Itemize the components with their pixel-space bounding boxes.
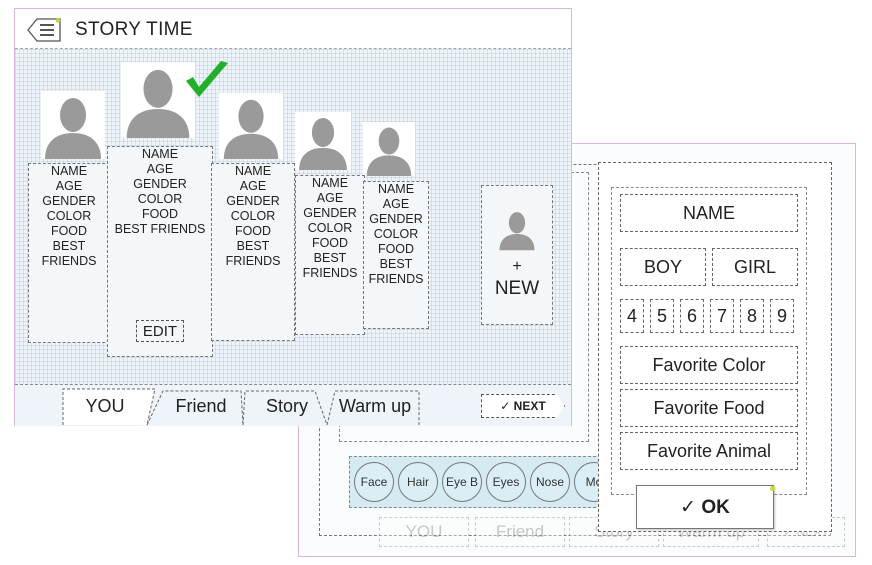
card-field: AGE	[55, 179, 83, 193]
ghost-tab-friend: Friend	[475, 517, 565, 547]
card-field: GENDER	[369, 212, 423, 226]
card-field: FRIENDS	[41, 254, 97, 268]
card-field: FRIENDS	[225, 254, 281, 268]
card-field: AGE	[146, 162, 174, 176]
age-8-button[interactable]: 8	[740, 299, 764, 333]
card-field: GENDER	[133, 177, 187, 191]
card-field: FRIENDS	[368, 272, 424, 286]
card-field: COLOR	[230, 209, 276, 223]
story-time-screen: STORY TIME NAME AGE GENDER COLOR FOOD BE…	[14, 8, 572, 426]
hotspot-marker	[770, 486, 775, 491]
profile-card-4[interactable]: NAME AGE GENDER COLOR FOOD BEST FRIENDS	[295, 175, 365, 335]
person-silhouette-icon	[295, 112, 351, 170]
card-field: COLOR	[137, 192, 183, 206]
feature-eyes-button[interactable]: Eyes	[486, 462, 526, 502]
card-field: COLOR	[307, 221, 353, 235]
person-silhouette-icon	[499, 212, 535, 251]
card-field: FOOD	[234, 224, 272, 238]
card-field: GENDER	[226, 194, 280, 208]
card-field: AGE	[316, 191, 344, 205]
gender-girl-button[interactable]: GIRL	[712, 248, 798, 286]
bottom-tab-bar: YOU Friend Story Warm up ✓ NEXT	[15, 384, 571, 426]
card-field: GENDER	[42, 194, 96, 208]
feature-eyebrows-button[interactable]: Eye B	[442, 462, 482, 502]
profile-card-5[interactable]: NAME AGE GENDER COLOR FOOD BEST FRIENDS	[363, 181, 429, 329]
person-silhouette-icon	[363, 122, 415, 176]
card-field: NAME	[141, 147, 179, 161]
card-field: AGE	[382, 197, 410, 211]
age-9-button[interactable]: 9	[770, 299, 794, 333]
favorite-food-field[interactable]: Favorite Food	[620, 389, 798, 427]
card-field: NAME	[377, 182, 415, 196]
card-field: FOOD	[311, 236, 349, 250]
feature-hair-button[interactable]: Hair	[398, 462, 438, 502]
ok-button[interactable]: ✓ OK	[636, 485, 774, 529]
feature-toolbar: Face Hair Eye B Eyes Nose Mo	[349, 456, 601, 508]
card-field: BEST	[236, 239, 270, 253]
ok-label: ✓ OK	[680, 496, 730, 518]
person-silhouette-icon	[219, 93, 283, 159]
card-field: COLOR	[373, 227, 419, 241]
new-profile-label: NEW	[494, 278, 540, 299]
card-field: NAME	[234, 164, 272, 178]
card-field: FRIENDS	[302, 266, 358, 280]
card-field: NAME	[311, 176, 349, 190]
favorite-color-field[interactable]: Favorite Color	[620, 346, 798, 384]
card-field: FOOD	[377, 242, 415, 256]
card-field: COLOR	[46, 209, 92, 223]
profile-card-1[interactable]: NAME AGE GENDER COLOR FOOD BEST FRIENDS	[28, 163, 110, 343]
person-silhouette-icon	[41, 91, 105, 159]
title-bar: STORY TIME	[15, 9, 571, 49]
tab-you[interactable]: YOU	[65, 389, 145, 423]
age-4-button[interactable]: 4	[620, 299, 644, 333]
list-back-icon	[27, 18, 61, 42]
tab-friend[interactable]: Friend	[161, 389, 241, 423]
plus-icon: +	[512, 258, 522, 275]
back-button[interactable]	[27, 18, 61, 42]
gender-boy-button[interactable]: BOY	[620, 248, 706, 286]
card-field: BEST FRIENDS	[114, 222, 206, 236]
new-profile-button[interactable]: + NEW	[481, 185, 553, 325]
card-field: BEST	[52, 239, 86, 253]
tab-story[interactable]: Story	[247, 389, 327, 423]
card-field: AGE	[239, 179, 267, 193]
card-field: BEST	[379, 257, 413, 271]
profile-card-3[interactable]: NAME AGE GENDER COLOR FOOD BEST FRIENDS	[211, 163, 295, 341]
card-field: BEST	[313, 251, 347, 265]
tab-warmup[interactable]: Warm up	[331, 389, 419, 423]
age-5-button[interactable]: 5	[650, 299, 674, 333]
feature-nose-button[interactable]: Nose	[530, 462, 570, 502]
feature-face-button[interactable]: Face	[354, 462, 394, 502]
card-field: FOOD	[50, 224, 88, 238]
age-7-button[interactable]: 7	[710, 299, 734, 333]
card-field: NAME	[50, 164, 88, 178]
edit-button[interactable]: EDIT	[136, 320, 184, 342]
next-button[interactable]: ✓ NEXT	[481, 394, 565, 418]
age-6-button[interactable]: 6	[680, 299, 704, 333]
page-title: STORY TIME	[75, 19, 193, 40]
card-field: GENDER	[303, 206, 357, 220]
feature-mouth-button[interactable]: Mo	[574, 462, 600, 502]
favorite-animal-field[interactable]: Favorite Animal	[620, 432, 798, 470]
card-field: FOOD	[141, 207, 179, 221]
ghost-tab-you: YOU	[379, 517, 469, 547]
name-field[interactable]: NAME	[620, 194, 798, 232]
